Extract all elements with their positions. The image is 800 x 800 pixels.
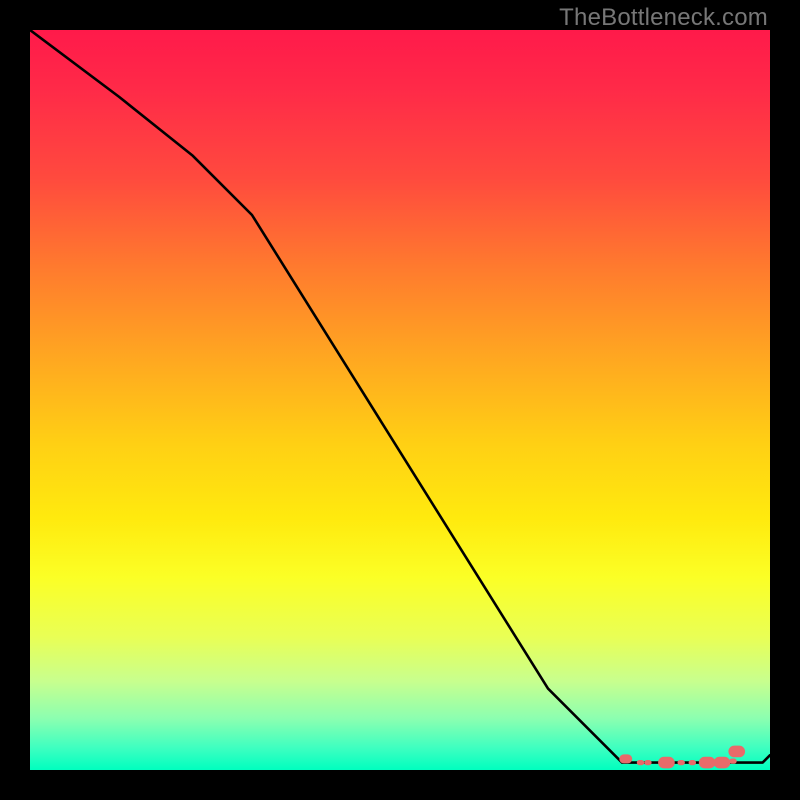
highlight-point xyxy=(644,760,651,765)
highlight-point xyxy=(689,760,696,765)
highlight-point xyxy=(714,757,731,769)
highlight-point xyxy=(637,760,644,765)
highlight-point xyxy=(619,754,632,763)
highlight-point xyxy=(728,746,745,758)
highlight-point xyxy=(699,757,716,769)
attribution-text: TheBottleneck.com xyxy=(559,4,768,32)
chart-frame: TheBottleneck.com xyxy=(0,0,800,800)
highlight-point xyxy=(678,760,685,765)
highlight-point xyxy=(658,757,675,769)
main-curve-line xyxy=(30,30,770,763)
highlight-points-group xyxy=(619,746,745,769)
chart-svg xyxy=(30,30,770,770)
highlight-point xyxy=(729,759,736,764)
